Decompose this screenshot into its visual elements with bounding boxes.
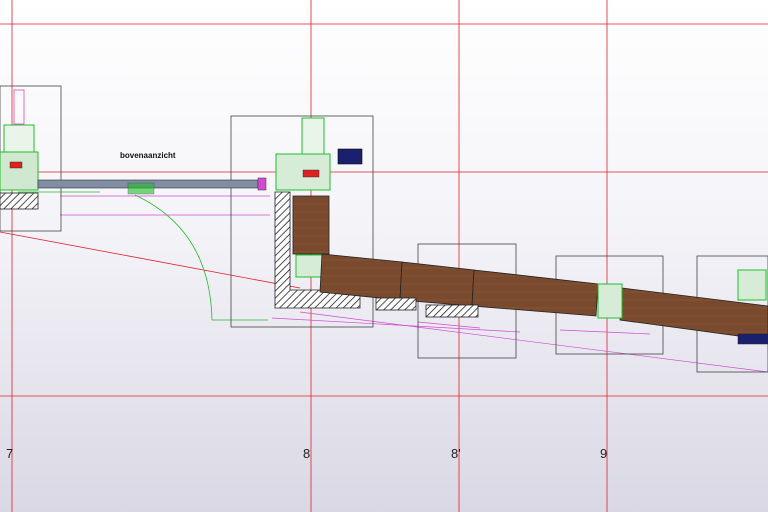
grid-axis-label-9: 9 [600,446,608,461]
door-swing-arcs [18,191,268,321]
grid-axis-label-7: 7 [6,446,14,461]
grid-axis-label-8-prime: 8' [451,446,461,461]
cad-drawing-canvas[interactable] [0,0,768,512]
grid-axis-label-8: 8 [303,446,311,461]
left-profile-assembly [0,89,267,210]
detail-frames [0,85,768,373]
view-title: bovenaanzicht [120,151,176,160]
